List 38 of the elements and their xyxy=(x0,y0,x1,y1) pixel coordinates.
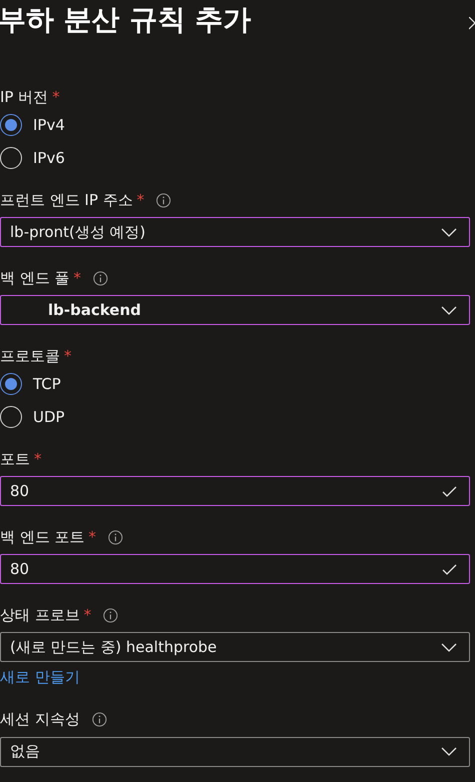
radio-button[interactable] xyxy=(0,373,22,396)
checkmark-icon xyxy=(442,564,457,574)
chevron-down-icon xyxy=(441,642,457,652)
input-field[interactable]: 80 xyxy=(0,554,470,584)
field-label: 백 엔드 포트 xyxy=(0,526,85,548)
radio-label: TCP xyxy=(33,374,61,395)
chevron-down-icon xyxy=(441,306,457,314)
radio-label: IPv4 xyxy=(33,115,65,136)
radio-button[interactable] xyxy=(0,146,22,169)
dropdown-field[interactable]: 없음 xyxy=(0,736,470,766)
required-mark: * xyxy=(34,448,42,470)
field-label: 백 엔드 풀 xyxy=(0,268,70,289)
required-mark: * xyxy=(136,190,144,211)
dropdown-field[interactable]: (새로 만드는 중) healthprobe xyxy=(0,632,470,662)
dropdown-field[interactable]: lb-backend xyxy=(0,295,470,325)
chevron-down-icon xyxy=(441,747,457,756)
checkmark-icon xyxy=(442,486,457,496)
chevron-down-icon xyxy=(441,228,457,236)
input-field[interactable]: 80 xyxy=(0,476,470,506)
required-mark: * xyxy=(84,604,92,626)
field-label: 프런트 엔드 IP 주소 xyxy=(0,190,133,211)
field-label: IP 버전 xyxy=(0,86,48,108)
required-mark: * xyxy=(74,268,82,289)
close-icon[interactable] xyxy=(469,17,475,31)
field-label: 포트 xyxy=(0,448,30,470)
field-label: 세션 지속성 xyxy=(0,709,80,730)
radio-button[interactable] xyxy=(0,114,22,136)
dropdown-field[interactable]: lb-pront(생성 예정) xyxy=(0,217,470,247)
required-mark: * xyxy=(64,346,72,367)
radio-button[interactable] xyxy=(0,406,22,428)
radio-label: UDP xyxy=(33,406,65,428)
radio-label: IPv6 xyxy=(33,148,65,168)
field-label: 프로토콜 xyxy=(0,346,60,367)
panel-title: 부하 분산 규칙 추가 xyxy=(0,2,252,38)
create-new-link[interactable]: 새로 만들기 xyxy=(0,666,80,688)
required-mark: * xyxy=(52,86,60,108)
field-label: 상태 프로브 xyxy=(0,604,80,626)
required-mark: * xyxy=(88,526,96,548)
